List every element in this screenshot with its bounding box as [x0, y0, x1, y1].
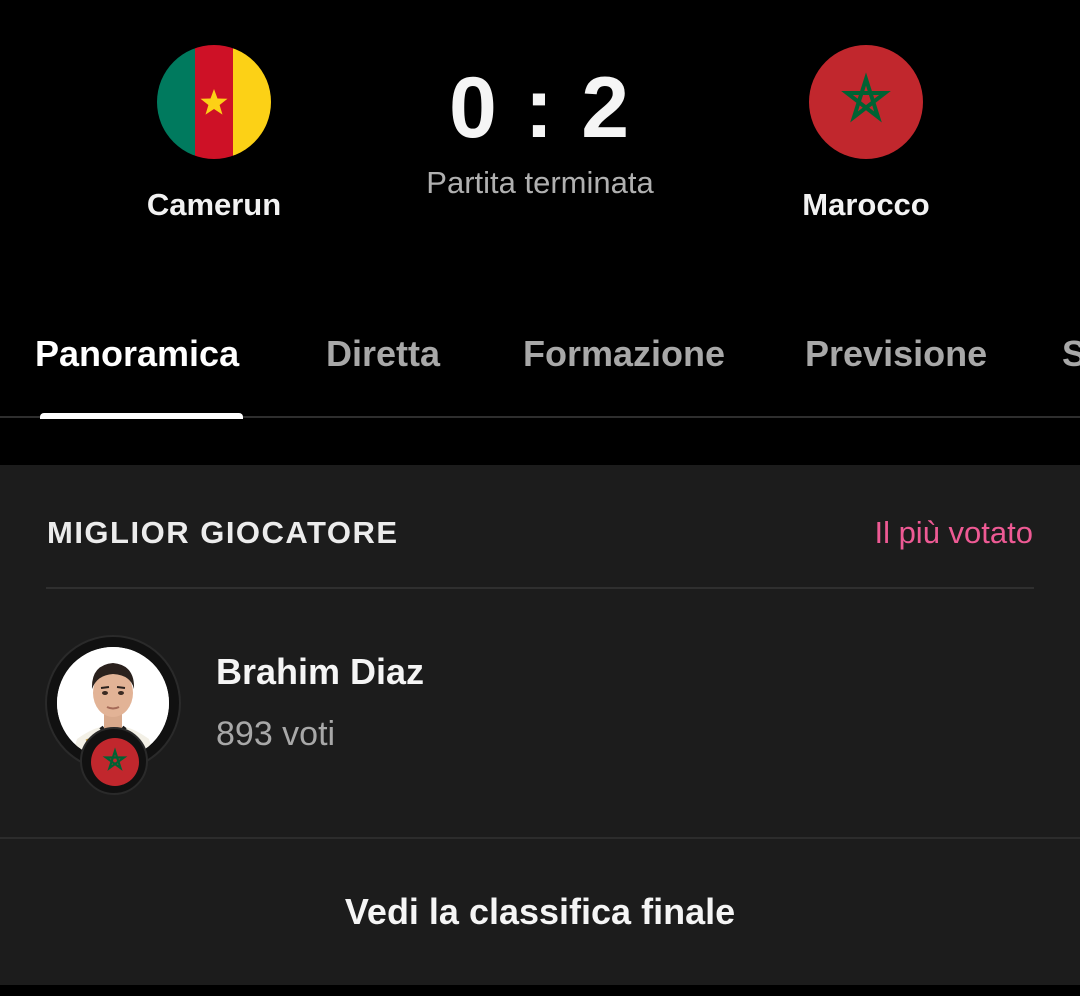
tab-panoramica[interactable]: Panoramica: [35, 333, 239, 375]
player-votes: 893 voti: [216, 715, 336, 753]
tab-overflow[interactable]: S: [1062, 333, 1080, 375]
view-final-ranking-button[interactable]: Vedi la classifica finale: [0, 839, 1080, 985]
most-voted-link[interactable]: Il più votato: [874, 515, 1033, 551]
view-final-ranking-label: Vedi la classifica finale: [344, 891, 736, 932]
tab-diretta[interactable]: Diretta: [326, 333, 440, 375]
away-team-name[interactable]: Marocco: [736, 187, 996, 223]
tab-bar: Panoramica Diretta Formazione Previsione…: [0, 300, 1080, 418]
morocco-flag-icon[interactable]: [809, 45, 923, 159]
tab-previsione[interactable]: Previsione: [805, 333, 987, 375]
card-title: MIGLIOR GIOCATORE: [47, 515, 399, 550]
cameroon-flag-icon[interactable]: [157, 45, 271, 159]
tab-formazione[interactable]: Formazione: [523, 333, 725, 375]
active-tab-indicator: [40, 413, 243, 419]
home-team-name[interactable]: Camerun: [84, 187, 344, 223]
match-score: 0 : 2: [448, 60, 632, 156]
match-status: Partita terminata: [426, 165, 654, 200]
team-badge-icon: [80, 727, 148, 795]
best-player-card: MIGLIOR GIOCATORE Il più votato Brahim D…: [0, 465, 1080, 985]
player-name[interactable]: Brahim Diaz: [216, 651, 424, 693]
card-divider: [46, 587, 1034, 589]
